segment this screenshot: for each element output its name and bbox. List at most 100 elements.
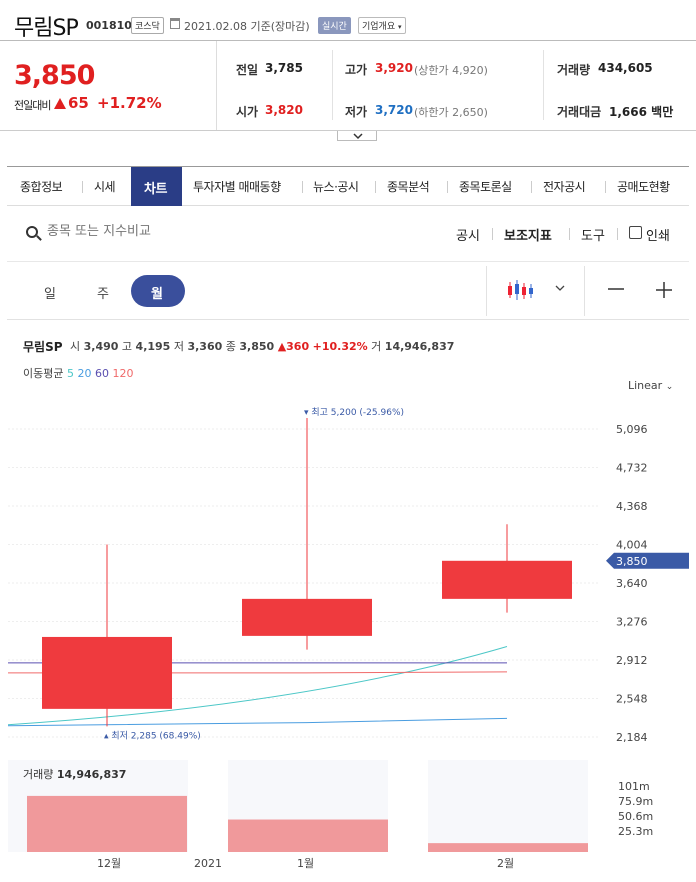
open-value: 3,820: [265, 103, 303, 117]
x-tick-label: 1월: [297, 857, 314, 870]
y-tick-label: 2,912: [616, 654, 648, 667]
amount-label: 거래대금: [557, 105, 602, 119]
zoom-in-icon[interactable]: [654, 281, 674, 299]
candlestick-chart[interactable]: 5,096 4,732 4,368 4,004 3,640 3,276 2,912 2,548…: [0, 395, 696, 755]
volume-tick-label: 101m: [618, 780, 650, 793]
period-divider: [584, 266, 585, 316]
realtime-button[interactable]: 실시간: [318, 17, 351, 34]
prev-close-label: 전일: [236, 63, 259, 77]
amount-value: 1,666 백만: [609, 105, 674, 119]
tab-price[interactable]: 시세: [94, 178, 116, 195]
chevron-down-icon[interactable]: [554, 284, 566, 292]
tab-chart[interactable]: 차트: [144, 178, 167, 197]
max-label: ▾ 최고 5,200 (-25.96%): [304, 407, 404, 418]
upper-limit: (상한가 4,920): [414, 64, 488, 77]
open-label: 시가: [236, 105, 259, 119]
volume-label: 거래량: [557, 63, 591, 77]
tab-news[interactable]: 뉴스·공시: [313, 178, 359, 195]
chart-stock-name: 무림SP: [23, 340, 63, 354]
lower-limit: (하한가 2,650): [414, 106, 488, 119]
market-badge: 코스닥: [131, 17, 164, 34]
volume-chart: 거래량 14,946,837 101m 75.9m 50.6m 25.3m 12월 1월 2월…: [8, 760, 653, 870]
indicators-button[interactable]: 보조지표: [504, 225, 552, 244]
volume-bar: [228, 819, 388, 852]
tool-divider: [492, 228, 493, 240]
chevron-down-icon: ⌄: [665, 382, 674, 392]
high-value: 3,920: [375, 61, 413, 75]
y-tick-label: 2,548: [616, 693, 648, 706]
year-label: 2021: [194, 857, 222, 870]
volume-bar: [428, 843, 588, 852]
tab-divider: [375, 181, 376, 193]
tab-divider: [447, 181, 448, 193]
tab-disclosure[interactable]: 전자공시: [543, 178, 586, 195]
volume-panel: [428, 760, 588, 852]
stock-code: 001810: [86, 19, 132, 32]
tab-analysis[interactable]: 종목분석: [387, 178, 430, 195]
calendar-icon: [170, 18, 180, 29]
y-tick-label: 3,276: [616, 616, 648, 629]
current-price-tag-label: 3,850: [616, 555, 648, 568]
y-tick-label: 5,096: [616, 423, 648, 436]
chart-ohlc-info: 시 3,490 고 4,195 저 3,360 종 3,850 ▲360 +10…: [70, 340, 455, 353]
company-overview-button[interactable]: 기업개요 ▾: [358, 17, 406, 34]
y-tick-label: 4,368: [616, 500, 648, 513]
print-icon[interactable]: [629, 226, 642, 239]
y-tick-label: 4,004: [616, 539, 648, 552]
volume-label: 거래량 14,946,837: [23, 768, 126, 781]
period-row: [7, 262, 689, 320]
tool-divider: [617, 228, 618, 240]
y-tick-label: 3,640: [616, 577, 648, 590]
period-month[interactable]: 월: [151, 283, 163, 302]
volume-tick-label: 25.3m: [618, 825, 653, 838]
volume-tick-label: 50.6m: [618, 810, 653, 823]
stats-divider: [543, 50, 544, 120]
tab-short-selling[interactable]: 공매도현황: [617, 178, 670, 195]
print-button[interactable]: 인쇄: [646, 225, 670, 244]
high-label: 고가: [345, 63, 368, 77]
candle-body: [42, 636, 172, 709]
zoom-out-icon[interactable]: [606, 281, 626, 297]
volume-value: 434,605: [598, 61, 653, 75]
date-basis: 2021.02.08 기준(장마감): [184, 20, 310, 33]
stats-divider: [332, 50, 333, 120]
volume-bar: [27, 795, 187, 852]
candle-body: [442, 560, 572, 599]
tab-forum[interactable]: 종목토론실: [459, 178, 512, 195]
min-label: ▴ 최저 2,285 (68.49%): [104, 730, 201, 741]
candlestick-type-icon[interactable]: [506, 278, 536, 302]
period-day[interactable]: 일: [44, 283, 56, 302]
x-tick-label: 12월: [97, 857, 121, 870]
tab-overview[interactable]: 종합정보: [20, 178, 63, 195]
price-change-pct: +1.72%: [97, 94, 162, 112]
period-divider: [486, 266, 487, 316]
tab-divider: [531, 181, 532, 193]
disclosure-button[interactable]: 공시: [456, 225, 480, 244]
moving-average-legend[interactable]: 이동평균 5 20 60 120: [23, 365, 133, 381]
y-tick-label: 2,184: [616, 731, 648, 744]
prev-close-value: 3,785: [265, 61, 303, 75]
tab-divider: [82, 181, 83, 193]
scale-selector[interactable]: Linear ⌄: [628, 379, 673, 392]
price-change: 65: [68, 94, 89, 112]
up-triangle-icon: [54, 98, 66, 109]
chevron-down-icon: ▾: [398, 23, 402, 31]
chevron-down-icon: [353, 133, 363, 140]
y-tick-label: 4,732: [616, 462, 648, 475]
candle-body: [242, 598, 372, 636]
compare-search-input[interactable]: [47, 224, 347, 239]
x-tick-label: 2월: [497, 857, 514, 870]
tab-divider: [605, 181, 606, 193]
low-label: 저가: [345, 105, 368, 119]
volume-tick-label: 75.9m: [618, 795, 653, 808]
expand-button[interactable]: [337, 131, 377, 141]
tools-button[interactable]: 도구: [581, 225, 605, 244]
change-label: 전일대비: [14, 99, 51, 112]
current-price: 3,850: [14, 60, 95, 91]
period-week[interactable]: 주: [97, 283, 109, 302]
tool-divider: [569, 228, 570, 240]
tab-divider: [302, 181, 303, 193]
stock-title: 무림SP: [14, 16, 79, 41]
low-value: 3,720: [375, 103, 413, 117]
tab-investor[interactable]: 투자자별 매매동향: [193, 178, 281, 195]
